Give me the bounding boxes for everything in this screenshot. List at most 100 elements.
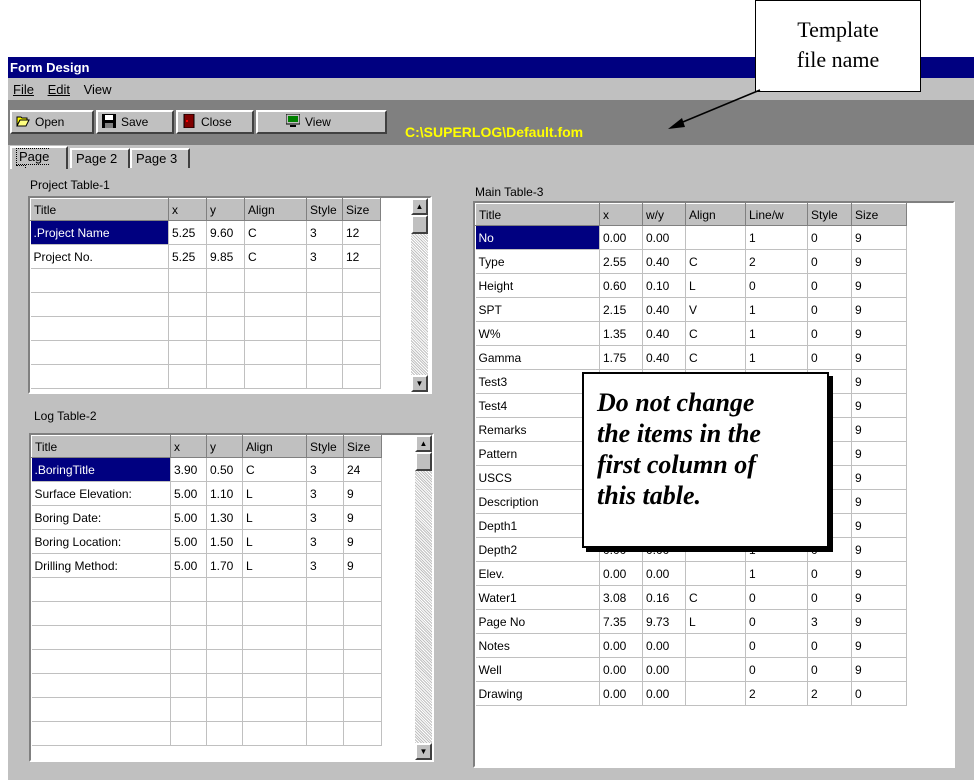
table-cell[interactable] [685, 681, 746, 706]
table-cell[interactable]: 3.08 [599, 585, 643, 610]
table-cell[interactable]: 0 [807, 297, 852, 322]
table-cell[interactable]: C [685, 585, 746, 610]
table-cell[interactable] [244, 268, 307, 293]
log-table-scrollbar[interactable]: ▲ ▼ [415, 435, 432, 760]
table-cell[interactable] [343, 673, 382, 698]
table-cell[interactable] [685, 225, 746, 250]
table-cell[interactable] [31, 601, 171, 626]
table-cell[interactable] [244, 340, 307, 365]
table-cell[interactable] [306, 577, 344, 602]
table-cell[interactable]: L [242, 553, 307, 578]
table-cell[interactable]: W% [475, 321, 600, 346]
log-table[interactable]: Title x y Align Style Size .BoringTitle 3.90 0.5… [29, 433, 434, 762]
table-cell[interactable]: 2.55 [599, 249, 643, 274]
table-row[interactable]: Project No. 5.25 9.85 C 3 12 [30, 244, 381, 269]
table-cell[interactable]: 9 [851, 537, 907, 562]
column-header[interactable]: Align [242, 435, 307, 458]
table-cell[interactable] [206, 721, 243, 746]
table-cell[interactable] [242, 601, 307, 626]
column-header[interactable]: Size [342, 198, 381, 221]
table-cell[interactable] [685, 561, 746, 586]
table-cell[interactable] [306, 316, 343, 341]
table-row[interactable] [31, 673, 382, 698]
column-header[interactable]: y [206, 435, 243, 458]
table-cell[interactable]: 0.16 [642, 585, 686, 610]
table-cell[interactable] [30, 292, 169, 317]
table-row[interactable] [30, 340, 381, 365]
table-cell[interactable]: 24 [343, 457, 382, 482]
table-cell[interactable] [342, 316, 381, 341]
table-row[interactable] [30, 316, 381, 341]
table-cell[interactable]: 2 [745, 249, 808, 274]
table-row[interactable] [30, 292, 381, 317]
table-cell[interactable] [168, 268, 207, 293]
table-cell[interactable]: 3 [306, 505, 344, 530]
table-cell[interactable]: 0.40 [642, 249, 686, 274]
table-cell[interactable] [206, 697, 243, 722]
table-cell[interactable] [242, 649, 307, 674]
table-cell[interactable]: 9 [851, 297, 907, 322]
table-cell[interactable]: 9 [851, 633, 907, 658]
table-row[interactable]: Drawing 0.00 0.00 2 2 0 [475, 681, 907, 706]
table-cell[interactable]: 3 [306, 553, 344, 578]
table-cell[interactable]: 5.00 [170, 481, 207, 506]
table-cell[interactable]: C [242, 457, 307, 482]
table-cell[interactable]: 0.00 [642, 225, 686, 250]
table-cell[interactable] [685, 657, 746, 682]
table-cell[interactable] [170, 697, 207, 722]
table-cell[interactable] [244, 364, 307, 389]
table-cell[interactable]: 9 [851, 585, 907, 610]
column-header[interactable]: Size [851, 203, 907, 226]
table-cell[interactable]: Test4 [475, 393, 600, 418]
table-cell[interactable]: 2.15 [599, 297, 643, 322]
table-cell[interactable]: 0.00 [599, 561, 643, 586]
table-cell[interactable]: 9 [851, 513, 907, 538]
table-cell[interactable]: 9 [851, 225, 907, 250]
table-cell[interactable]: 3 [306, 220, 343, 245]
column-header[interactable]: Line/w [745, 203, 808, 226]
table-cell[interactable]: 0 [745, 657, 808, 682]
table-cell[interactable]: 9 [343, 529, 382, 554]
table-cell[interactable]: 0 [807, 561, 852, 586]
table-cell[interactable]: 5.00 [170, 553, 207, 578]
table-cell[interactable] [168, 364, 207, 389]
table-cell[interactable] [170, 601, 207, 626]
table-row[interactable]: SPT 2.15 0.40 V 1 0 9 [475, 297, 907, 322]
column-header[interactable]: y [206, 198, 245, 221]
table-cell[interactable]: 3 [807, 609, 852, 634]
table-cell[interactable]: Test3 [475, 369, 600, 394]
tab-page-3[interactable]: Page 3 [130, 148, 190, 168]
table-cell[interactable]: L [685, 609, 746, 634]
table-cell[interactable] [244, 316, 307, 341]
column-header[interactable]: Title [30, 198, 169, 221]
table-cell[interactable]: Pattern [475, 441, 600, 466]
table-cell[interactable]: 9 [343, 481, 382, 506]
log-table-grid[interactable]: Title x y Align Style Size .BoringTitle 3.90 0.5… [31, 435, 382, 746]
table-cell[interactable]: Notes [475, 633, 600, 658]
table-cell[interactable] [306, 364, 343, 389]
table-cell[interactable] [168, 340, 207, 365]
table-row[interactable]: W% 1.35 0.40 C 1 0 9 [475, 321, 907, 346]
table-row[interactable]: Boring Location: 5.00 1.50 L 3 9 [31, 529, 382, 554]
table-cell[interactable]: 0.00 [642, 633, 686, 658]
table-cell[interactable] [242, 697, 307, 722]
table-cell[interactable]: USCS [475, 465, 600, 490]
table-cell[interactable]: 9 [851, 393, 907, 418]
table-cell[interactable] [206, 625, 243, 650]
table-cell[interactable] [206, 577, 243, 602]
table-cell[interactable]: 3 [306, 457, 344, 482]
table-cell[interactable]: C [685, 249, 746, 274]
table-cell[interactable]: 0.00 [599, 681, 643, 706]
save-button[interactable]: Save [96, 110, 174, 134]
table-cell[interactable] [342, 364, 381, 389]
table-cell[interactable]: C [685, 345, 746, 370]
table-cell[interactable]: 1 [745, 321, 808, 346]
table-cell[interactable]: 0.40 [642, 297, 686, 322]
table-cell[interactable]: 1 [745, 561, 808, 586]
table-cell[interactable]: Elev. [475, 561, 600, 586]
table-cell[interactable]: 3 [306, 244, 343, 269]
table-cell[interactable]: 12 [342, 244, 381, 269]
table-cell[interactable]: 5.25 [168, 220, 207, 245]
table-cell[interactable]: Project No. [30, 244, 169, 269]
table-row[interactable]: .Project Name 5.25 9.60 C 3 12 [30, 220, 381, 245]
